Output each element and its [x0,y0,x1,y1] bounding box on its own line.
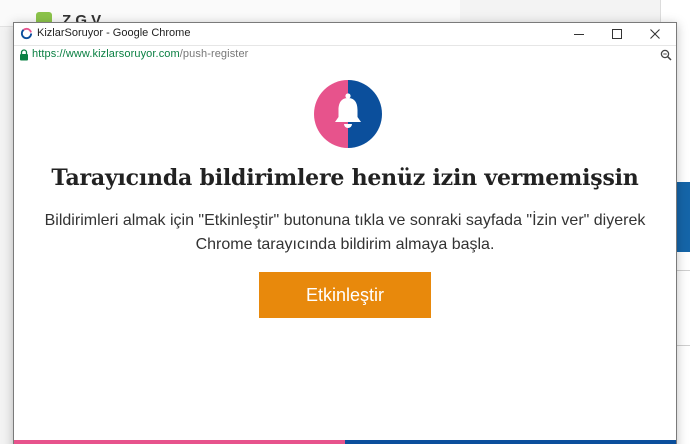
lock-icon [20,49,28,61]
close-icon [650,29,660,39]
bell-icon [314,80,382,148]
page-title: Tarayıcında bildirimlere henüz izin verm… [51,165,639,191]
url-host: https://www.kizlarsoruyor.com [32,48,180,60]
window-titlebar[interactable]: KizlarSoruyor - Google Chrome [14,23,676,45]
zoom-magnifier-icon[interactable] [660,49,672,61]
window-title: KizlarSoruyor - Google Chrome [37,27,191,39]
enable-notifications-button[interactable]: Etkinleştir [259,272,431,318]
brand-bar-pink [14,440,345,444]
background-divider [676,270,690,271]
maximize-button[interactable] [598,23,636,45]
minimize-icon [574,34,584,35]
url-text[interactable]: https://www.kizlarsoruyor.com/push-regis… [32,48,248,60]
minimize-button[interactable] [560,23,598,45]
maximize-icon [612,29,622,39]
popup-content: Tarayıcında bildirimlere henüz izin verm… [14,64,676,444]
address-bar[interactable]: https://www.kizlarsoruyor.com/push-regis… [14,45,676,65]
brand-color-bar [14,440,676,444]
close-button[interactable] [636,23,674,45]
screen: Z G V KizlarSoruyor - Google Chrome http… [0,0,690,444]
background-divider [676,345,690,346]
brand-bar-blue [345,440,676,444]
spinner-ring-icon [20,27,33,40]
popup-window: KizlarSoruyor - Google Chrome https://ww… [13,22,677,444]
url-path: /push-register [179,48,249,60]
description-text: Bildirimleri almak için "Etkinleştir" bu… [44,212,646,253]
